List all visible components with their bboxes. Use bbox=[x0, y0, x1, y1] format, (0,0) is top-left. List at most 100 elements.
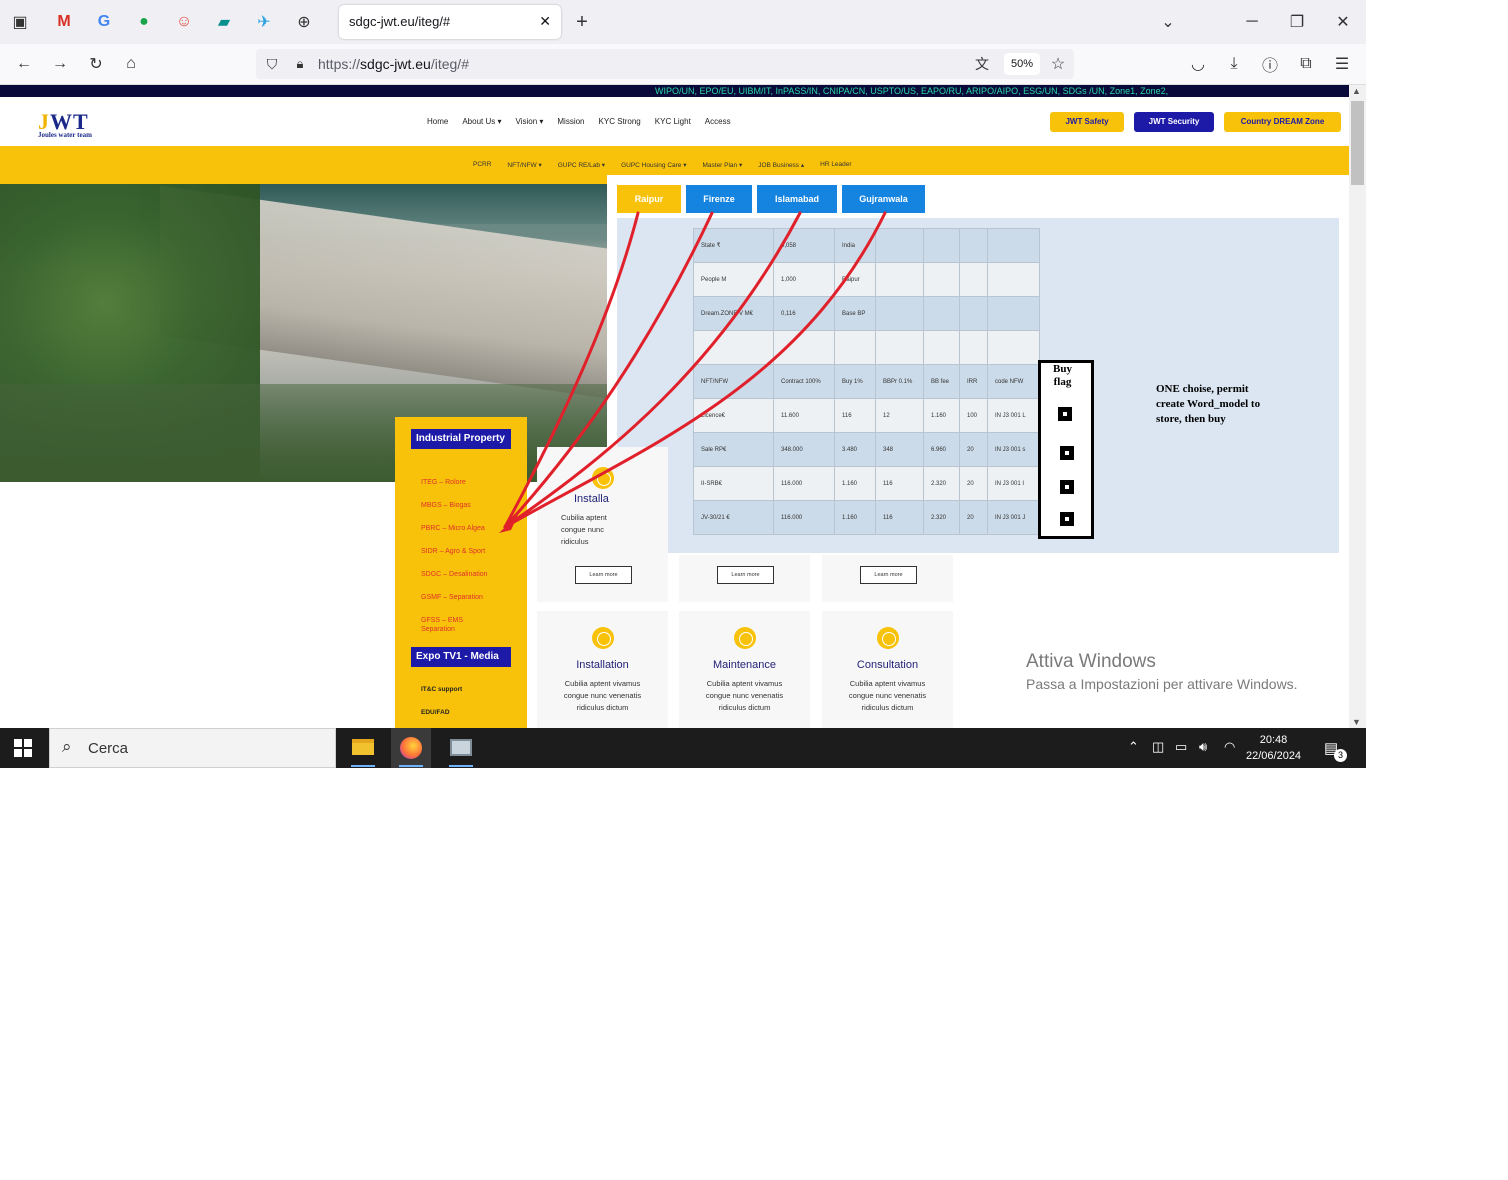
sidebar-link-sdgc[interactable]: SDGC – Desalination bbox=[421, 570, 488, 579]
pinned-tab-face-icon[interactable]: ☺ bbox=[172, 10, 196, 34]
sidebar-link-iteg[interactable]: ITEG – Rolore bbox=[421, 478, 466, 487]
back-icon[interactable]: ← bbox=[12, 52, 36, 76]
bookmark-star-icon[interactable]: ☆ bbox=[1046, 52, 1070, 76]
volume-icon[interactable]: 🔊︎ bbox=[1199, 739, 1207, 755]
scroll-up-icon[interactable]: ▲ bbox=[1352, 86, 1361, 96]
tab-firenze[interactable]: Firenze bbox=[686, 185, 752, 213]
downloads-icon[interactable]: ⤓ bbox=[1222, 52, 1246, 76]
pinned-tab-teal-icon[interactable]: ▰ bbox=[212, 10, 236, 34]
taskbar-search-box[interactable]: ⌕ Cerca bbox=[49, 728, 336, 768]
sidebar-link-edu-fad[interactable]: EDU/FAD bbox=[421, 708, 450, 717]
nav-vision[interactable]: Vision ▾ bbox=[516, 117, 544, 126]
country-dream-zone-button[interactable]: Country DREAM Zone bbox=[1224, 112, 1341, 132]
table-cell: 12 bbox=[875, 398, 924, 433]
table-cell bbox=[959, 228, 988, 263]
buy-flag-checkbox-1[interactable] bbox=[1058, 407, 1072, 421]
reload-icon[interactable]: ↻ bbox=[84, 52, 108, 76]
close-window-icon[interactable]: ✕ bbox=[1331, 10, 1355, 34]
tab-manager-icon[interactable]: ▣ bbox=[8, 10, 32, 34]
jwt-security-button[interactable]: JWT Security bbox=[1134, 112, 1214, 132]
nav-kyc-light[interactable]: KYC Light bbox=[655, 117, 691, 126]
taskbar-firefox[interactable] bbox=[391, 728, 431, 768]
forward-icon[interactable]: → bbox=[48, 52, 72, 76]
url-bar[interactable]: ⛉ 🔒︎ https://sdgc-jwt.eu/iteg/# 文 50% ☆ bbox=[256, 49, 1074, 79]
tab-gujranwala[interactable]: Gujranwala bbox=[842, 185, 925, 213]
nav-kyc-strong[interactable]: KYC Strong bbox=[599, 117, 641, 126]
taskbar-app-3[interactable] bbox=[441, 728, 481, 768]
scroll-down-icon[interactable]: ▼ bbox=[1352, 717, 1361, 727]
table-cell: 20 bbox=[959, 466, 988, 501]
table-cell: 1.160 bbox=[834, 466, 876, 501]
subnav-gupc-housing-care[interactable]: GUPC Housing Care ▾ bbox=[621, 161, 686, 169]
sidebar-link-sidr[interactable]: SIDR – Agro & Sport bbox=[421, 547, 485, 556]
tab-islamabad[interactable]: Islamabad bbox=[757, 185, 837, 213]
tray-overflow-icon[interactable]: ⌃ bbox=[1128, 739, 1139, 755]
table-cell: BBPr 0.1% bbox=[875, 364, 924, 399]
card-text-line: Cubilia aptent vivamus bbox=[849, 679, 926, 688]
tray-meet-icon[interactable]: ◫ bbox=[1152, 739, 1164, 755]
buy-flag-panel: Buy flag bbox=[1038, 360, 1094, 539]
tab-raipur[interactable]: Raipur bbox=[617, 185, 681, 213]
minimize-icon[interactable]: ─ bbox=[1240, 10, 1264, 34]
logo-tagline: Joules water team bbox=[38, 131, 92, 139]
browser-toolbar: ← → ↻ ⌂ ⛉ 🔒︎ https://sdgc-jwt.eu/iteg/# … bbox=[0, 44, 1366, 85]
new-tab-icon[interactable]: + bbox=[570, 10, 594, 34]
subnav-pcrr[interactable]: PCRR bbox=[473, 161, 491, 169]
sidebar-link-mbgs[interactable]: MBGS – Biogas bbox=[421, 501, 471, 510]
buy-flag-checkbox-3[interactable] bbox=[1060, 480, 1074, 494]
account-icon[interactable]: ⓘ bbox=[1258, 52, 1282, 76]
table-cell: Contract 100% bbox=[773, 364, 835, 399]
learn-more-button[interactable]: Learn more bbox=[860, 566, 917, 584]
gmail-pinned-tab-icon[interactable]: M bbox=[52, 10, 76, 34]
jwt-logo[interactable]: JWT Joules water team bbox=[38, 109, 92, 139]
subnav-job-business[interactable]: JOB Business ▴ bbox=[758, 161, 804, 169]
buy-flag-checkbox-2[interactable] bbox=[1060, 446, 1074, 460]
page-scrollbar[interactable]: ▲ ▼ bbox=[1349, 85, 1366, 728]
jwt-safety-button[interactable]: JWT Safety bbox=[1050, 112, 1124, 132]
home-icon[interactable]: ⌂ bbox=[119, 52, 143, 76]
sidebar-link-itc-support[interactable]: IT&C support bbox=[421, 685, 462, 694]
url-prefix: https:// bbox=[318, 56, 361, 72]
buy-flag-checkbox-4[interactable] bbox=[1060, 512, 1074, 526]
extensions-icon[interactable]: ⧉ bbox=[1294, 52, 1318, 76]
subnav-gupc-re-lab[interactable]: GUPC RE/Lab ▾ bbox=[558, 161, 605, 169]
menu-icon[interactable]: ☰ bbox=[1330, 52, 1354, 76]
battery-icon[interactable]: ▭ bbox=[1175, 739, 1187, 755]
taskbar-file-explorer[interactable] bbox=[343, 728, 383, 768]
pinned-tab-green-icon[interactable]: ● bbox=[132, 10, 156, 34]
windows-start-icon[interactable] bbox=[14, 739, 32, 757]
shield-icon[interactable]: ⛉ bbox=[260, 52, 284, 76]
close-tab-icon[interactable]: ✕ bbox=[539, 13, 551, 30]
wifi-icon[interactable]: ◠ bbox=[1224, 739, 1235, 755]
sidebar-link-pbrc[interactable]: PBRC – Micro Algea bbox=[421, 524, 485, 533]
nav-about-us[interactable]: About Us ▾ bbox=[462, 117, 501, 126]
translate-pinned-tab-icon[interactable]: G bbox=[92, 10, 116, 34]
lock-icon[interactable]: 🔒︎ bbox=[288, 52, 312, 76]
card-text-line: Cubilia aptent vivamus bbox=[706, 679, 783, 688]
scroll-thumb[interactable] bbox=[1351, 101, 1364, 185]
table-cell: Buy 1% bbox=[834, 364, 876, 399]
restore-icon[interactable]: ❐ bbox=[1285, 10, 1309, 34]
nav-home[interactable]: Home bbox=[427, 117, 448, 126]
pocket-icon[interactable]: ◡ bbox=[1186, 52, 1210, 76]
nav-access[interactable]: Access bbox=[705, 117, 731, 126]
sidebar-link-gfss[interactable]: GFSS – EMS Separation bbox=[421, 616, 481, 634]
learn-more-button[interactable]: Learn more bbox=[575, 566, 632, 584]
taskbar-clock[interactable]: 20:48 22/06/2024 bbox=[1246, 732, 1301, 764]
tab-list-chevron-icon[interactable]: ⌄ bbox=[1156, 10, 1180, 34]
subnav-hr-leader[interactable]: HR Leader bbox=[820, 161, 851, 169]
subnav-nft-nfw[interactable]: NFT/NFW ▾ bbox=[507, 161, 541, 169]
nav-mission[interactable]: Mission bbox=[557, 117, 584, 126]
translate-icon[interactable]: 文 bbox=[970, 52, 994, 76]
table-cell: 2.320 bbox=[923, 466, 960, 501]
globe-icon[interactable]: ⊕ bbox=[292, 10, 316, 34]
url-text[interactable]: https://sdgc-jwt.eu/iteg/# bbox=[318, 56, 469, 72]
table-cell bbox=[959, 262, 988, 297]
sidebar-link-gsmf[interactable]: GSMF – Separation bbox=[421, 593, 483, 602]
table-cell: 116 bbox=[875, 500, 924, 535]
zoom-level-badge[interactable]: 50% bbox=[1004, 53, 1040, 75]
pinned-tab-bird-icon[interactable]: ✈ bbox=[252, 10, 276, 34]
learn-more-button[interactable]: Learn more bbox=[717, 566, 774, 584]
active-tab[interactable]: sdgc-jwt.eu/iteg/# ✕ bbox=[339, 5, 561, 39]
subnav-master-plan[interactable]: Master Plan ▾ bbox=[702, 161, 742, 169]
